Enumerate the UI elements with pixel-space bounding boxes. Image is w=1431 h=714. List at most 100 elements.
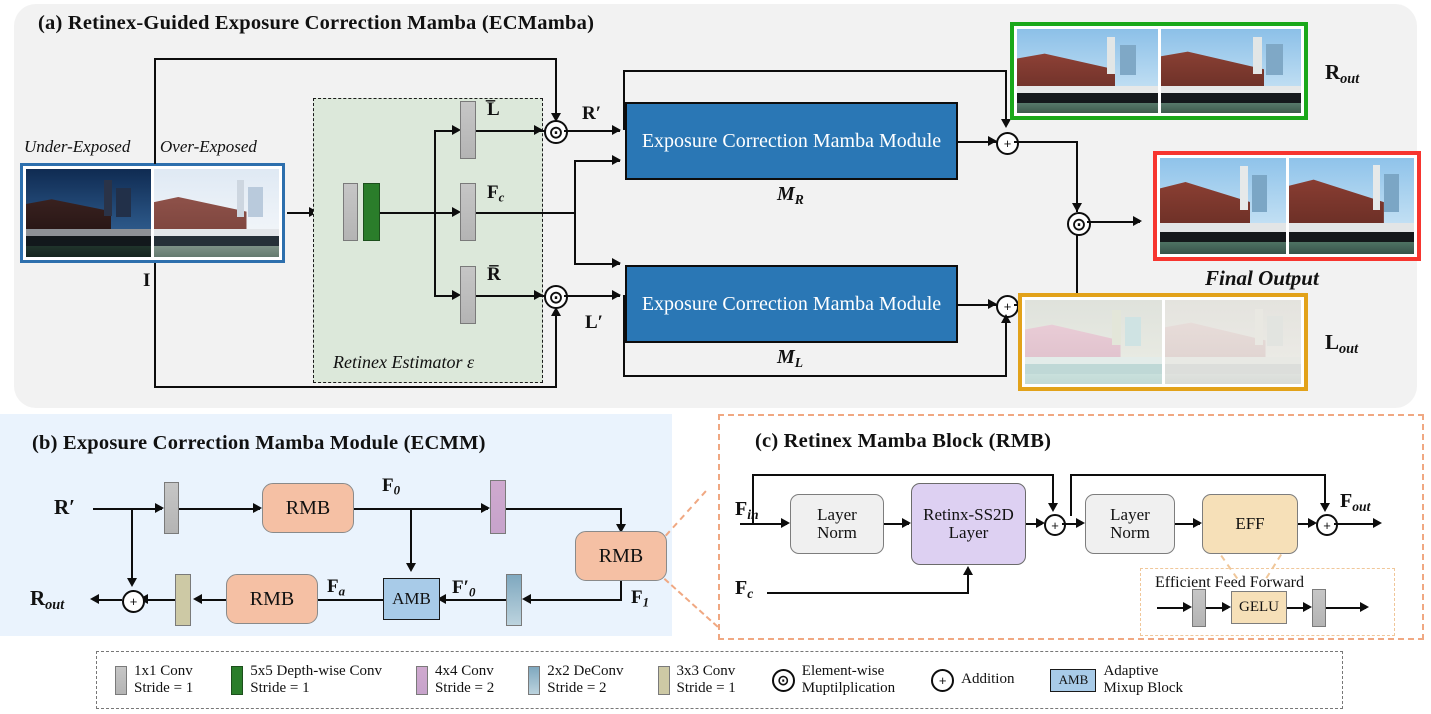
wire-add-top-down [1076,141,1078,212]
arrowhead-eff-convout [1303,602,1312,612]
label-R-prime: R′ [582,103,602,124]
arrowhead-c-ln2 [1076,518,1085,528]
reflectance-photo-right [1160,29,1301,113]
wire-skip-top-down [555,58,557,120]
module-L-sub-label: ML [777,346,804,370]
panel-b-input-label: R′ [54,495,76,519]
arrowhead-to-mul-bottom [534,290,543,300]
illumination-photo-right [1164,300,1301,384]
panel-c-title: (c) Retinex Mamba Block (RMB) [755,430,1052,452]
wire-skip-Rprime-right [1005,70,1007,122]
olive-bar-icon [657,665,670,695]
conv-bar-Fc-icon [460,183,476,241]
arrowhead-final-mul-top [1072,203,1082,212]
wire-add-top-right [1014,141,1078,143]
arrowhead-module-R-in1 [612,125,621,135]
wire-b-residual [131,508,133,582]
retinex-estimator-label: Retinex Estimator ε [333,352,475,372]
arrowhead-c-ss2d [902,518,911,528]
final-elementwise-multiply-icon: ⊙ [1067,212,1091,236]
arrowhead-to-mul-top [534,125,543,135]
label-Fc: Fc [487,182,505,205]
input-under-exposed-photo [26,169,151,257]
reflectance-photo-left [1017,29,1158,113]
exposure-correction-mamba-module-R: Exposure Correction Mamba Module [625,102,958,180]
wire-c-res1-down [1052,474,1054,505]
rmb-block-1: RMB [262,483,354,533]
wire-c-res2-up [1070,474,1072,516]
arrowhead-skip-Rprime [1001,119,1011,128]
wire-skip-Lprime-bottom [623,375,1007,377]
legend-text-6: Element-wise Muptilplication [801,662,896,696]
addition-c2-icon: + [1316,514,1338,536]
conv-1x1-stem-icon [343,183,358,241]
panel-a-title: (a) Retinex-Guided Exposure Correction M… [38,12,595,34]
legend-item-amb: AMB Adaptive Mixup Block [1050,663,1183,698]
wire-c-res1-top [752,474,1053,476]
label-R-bar: R̅ [487,264,501,285]
wire-b-F0-down [410,508,412,566]
wire-b-conv2-to-rmb2 [506,508,622,510]
deconv-2x2-icon [506,574,522,626]
arrowhead-b-in [155,503,164,513]
eff-block: EFF [1202,494,1298,554]
addition-top-icon: + [996,132,1019,155]
conv-1x1-b1-icon [164,482,179,534]
illumination-output-label: Lout [1325,330,1359,357]
wire-c-fc-up [967,575,969,593]
arrowhead-b-amb-top [406,563,416,572]
layer-norm-block-2: Layer Norm [1085,494,1175,554]
arrowhead-eff-gelu [1222,602,1231,612]
arrowhead-b-rmb1 [253,503,262,513]
eff-detail-title: Efficient Feed Forward [1155,574,1304,591]
panel-b-output-label: Rout [30,586,65,613]
wire-c-fc [767,592,969,594]
element-wise-multiplication-icon: ⊙ [771,668,795,692]
elementwise-multiply-bottom-icon: ⊙ [544,285,568,309]
wire-b-in [93,508,162,510]
wire-c-in [740,523,787,525]
wire-c-out [1334,523,1378,525]
arrowhead-final-output [1133,216,1142,226]
reflectance-output-image-pair [1010,22,1308,120]
addition-b-icon: + [122,590,145,613]
arrowhead-b-add-top [127,578,137,587]
panel-c-cond-label: Fc [735,577,754,601]
label-L-bar: L̅ [487,99,500,120]
label-Fa: Fa [327,576,346,599]
panel-b-title: (b) Exposure Correction Mamba Module (EC… [32,432,486,454]
reflectance-output-label: Rout [1325,60,1360,87]
arrowhead-skip-Lprime [1001,314,1011,323]
arrowhead-c-ln1 [781,518,790,528]
wire-c-res1-up [752,474,754,524]
wire-input-to-retinex [287,212,311,214]
legend-item-addition: + Addition [931,668,1014,692]
wire-Fc-vertical [574,160,576,265]
eff-conv-out-icon [1312,589,1326,627]
amb-badge-icon: AMB [1050,668,1097,692]
wire-b-add-to-out [96,599,122,601]
arrowhead-module-L-in1 [612,290,621,300]
final-photo-right [1288,158,1414,254]
wire-skip-Rprime-left [623,70,625,130]
legend-text-3: 4x4 Conv Stride = 2 [434,662,495,696]
illumination-photo-left [1025,300,1162,384]
label-L-prime: L′ [585,312,604,333]
gelu-block: GELU [1231,591,1287,624]
layer-norm-block-1: Layer Norm [790,494,884,554]
wire-stem-split [380,212,436,214]
wire-b-rmb2-to-deconv [528,599,622,601]
arrowhead-eff-in [1183,602,1192,612]
label-F0-prime: F′0 [452,577,476,600]
wire-b-conv3-to-add [145,599,175,601]
legend-text-1: 1x1 Conv Stride = 1 [134,662,194,696]
input-image-pair [20,163,285,263]
blue-bar-icon [528,665,541,695]
illumination-output-image-pair [1018,293,1308,391]
legend-text-8: Adaptive Mixup Block [1103,662,1184,696]
wire-b-conv-to-rmb1 [179,508,260,510]
purple-bar-icon [415,665,428,695]
wire-skip-bottom-up [555,315,557,388]
wire-b-rmb3-to-conv3 [199,599,226,601]
conv-3x3-icon [175,574,191,626]
